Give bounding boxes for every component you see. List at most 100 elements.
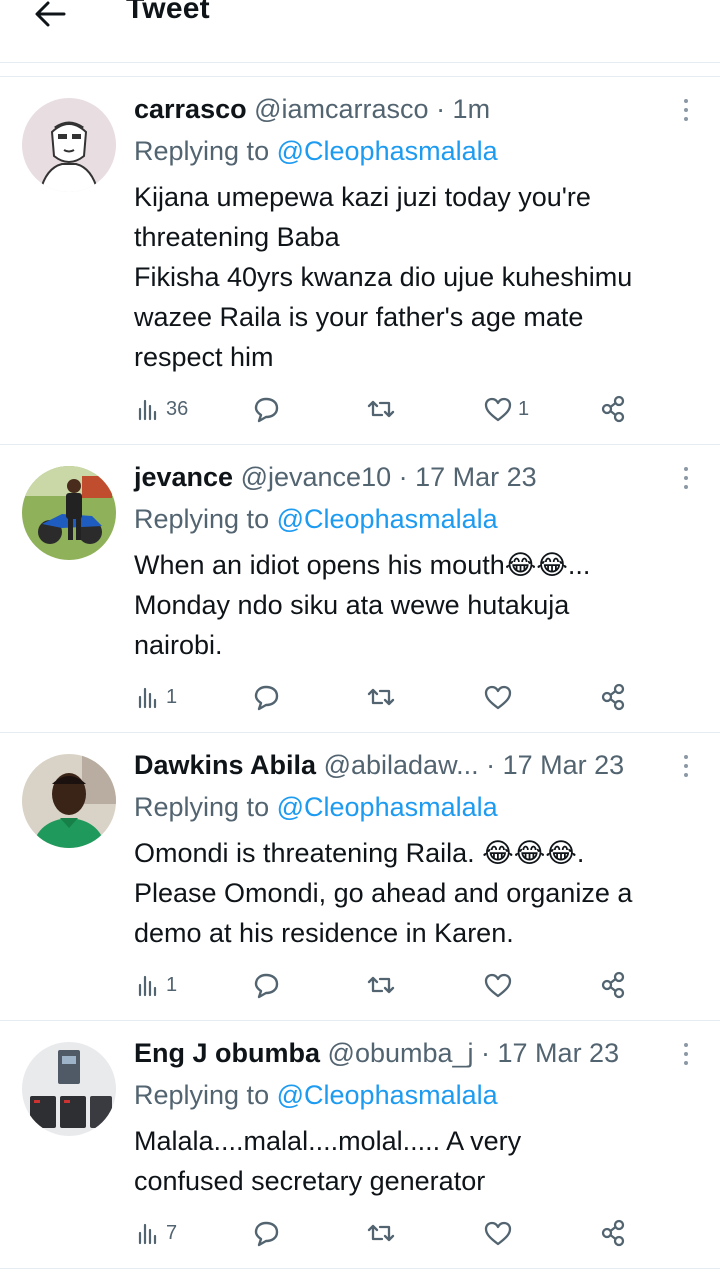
speech-bubble-icon (254, 973, 279, 999)
share-button[interactable] (598, 677, 628, 717)
like-button[interactable]: 1 (482, 389, 529, 429)
timestamp: · 1m (428, 94, 491, 124)
bar-chart-icon (138, 399, 157, 421)
display-name[interactable]: Dawkins Abila (134, 750, 316, 780)
bar-chart-icon (138, 687, 157, 709)
heart-icon (484, 685, 512, 710)
heart-icon (484, 397, 512, 422)
reply-button[interactable] (250, 1213, 286, 1253)
views-button[interactable]: 1 (134, 677, 177, 717)
bar-chart-icon (138, 1223, 157, 1245)
like-button[interactable] (482, 677, 518, 717)
tweet-text: Omondi is threatening Raila. 😂😂😂. Please… (134, 838, 633, 948)
tweet-actions: 1 (134, 677, 694, 717)
replying-to: Replying to @Cleophasmalala (134, 136, 498, 166)
speech-bubble-icon (254, 685, 279, 711)
views-count: 1 (166, 973, 178, 996)
more-options-button[interactable] (676, 752, 696, 780)
arrow-left-icon (35, 1, 66, 27)
mention-link[interactable]: @Cleophasmalala (277, 1080, 498, 1110)
share-button[interactable] (598, 965, 628, 1005)
tweet-text: Malala....malal....molal..... A very con… (134, 1126, 522, 1196)
replying-to: Replying to @Cleophasmalala (134, 792, 498, 822)
reply-button[interactable] (250, 677, 286, 717)
more-options-button[interactable] (676, 464, 696, 492)
user-handle[interactable]: @jevance10 (241, 462, 392, 492)
reply-tweet[interactable]: Dawkins Abila @abiladaw... · 17 Mar 23 R… (0, 734, 720, 1021)
more-vertical-icon (684, 467, 688, 471)
top-app-bar: Tweet (0, 0, 720, 63)
more-options-button[interactable] (676, 96, 696, 124)
timestamp: · 17 Mar 23 (473, 1038, 620, 1068)
avatar[interactable] (22, 466, 116, 560)
avatar[interactable] (22, 754, 116, 848)
more-vertical-icon (684, 755, 688, 759)
views-count: 1 (166, 685, 178, 708)
tweet-header: carrasco @iamcarrasco · 1m (134, 94, 490, 125)
tweet-actions: 36 1 (134, 389, 694, 429)
tweet-text: Kijana umepewa kazi juzi today you're th… (134, 182, 633, 372)
timestamp: · 17 Mar 23 (391, 462, 537, 492)
tweet-actions: 7 (134, 1213, 694, 1253)
mention-link[interactable]: @Cleophasmalala (277, 792, 498, 822)
avatar[interactable] (22, 98, 116, 192)
mention-link[interactable]: @Cleophasmalala (277, 504, 498, 534)
views-count: 36 (166, 397, 189, 420)
replying-to: Replying to @Cleophasmalala (134, 1080, 498, 1110)
divider (0, 1268, 720, 1269)
user-handle[interactable]: @abiladaw... (324, 750, 479, 780)
display-name[interactable]: carrasco (134, 94, 247, 124)
more-options-button[interactable] (676, 1040, 696, 1068)
retweet-icon (367, 400, 395, 418)
likes-count: 1 (518, 397, 530, 420)
views-button[interactable]: 1 (134, 965, 177, 1005)
like-button[interactable] (482, 1213, 518, 1253)
like-button[interactable] (482, 965, 518, 1005)
retweet-button[interactable] (364, 965, 402, 1005)
mention-link[interactable]: @Cleophasmalala (277, 136, 498, 166)
views-button[interactable]: 7 (134, 1213, 177, 1253)
tweet-header: jevance @jevance10 · 17 Mar 23 (134, 462, 537, 493)
more-vertical-icon (684, 99, 688, 103)
views-count: 7 (166, 1221, 178, 1244)
retweet-icon (367, 688, 395, 706)
views-button[interactable]: 36 (134, 389, 188, 429)
more-vertical-icon (684, 1043, 688, 1047)
tweet-header: Eng J obumba @obumba_j · 17 Mar 23 (134, 1038, 619, 1069)
display-name[interactable]: Eng J obumba (134, 1038, 320, 1068)
timestamp: · 17 Mar 23 (478, 750, 625, 780)
back-button[interactable] (30, 0, 70, 34)
share-icon (601, 971, 625, 999)
user-handle[interactable]: @iamcarrasco (254, 94, 428, 124)
speech-bubble-icon (254, 1221, 279, 1247)
reply-button[interactable] (250, 965, 286, 1005)
reply-tweet[interactable]: carrasco @iamcarrasco · 1m Replying to @… (0, 78, 720, 445)
tweet-actions: 1 (134, 965, 694, 1005)
heart-icon (484, 1221, 512, 1246)
reply-tweet[interactable]: Eng J obumba @obumba_j · 17 Mar 23 Reply… (0, 1022, 720, 1269)
share-button[interactable] (598, 389, 628, 429)
heart-icon (484, 973, 512, 998)
reply-button[interactable] (250, 389, 286, 429)
divider (0, 444, 720, 445)
divider (0, 732, 720, 733)
retweet-icon (367, 1224, 395, 1242)
retweet-button[interactable] (364, 1213, 402, 1253)
retweet-button[interactable] (364, 389, 402, 429)
replying-to: Replying to @Cleophasmalala (134, 504, 498, 534)
reply-tweet[interactable]: jevance @jevance10 · 17 Mar 23 Replying … (0, 446, 720, 733)
user-handle[interactable]: @obumba_j (328, 1038, 474, 1068)
divider (0, 76, 720, 77)
speech-bubble-icon (254, 397, 279, 423)
avatar[interactable] (22, 1042, 116, 1136)
retweet-icon (367, 976, 395, 994)
page-title: Tweet (126, 0, 210, 25)
divider (0, 1020, 720, 1021)
tweet-header: Dawkins Abila @abiladaw... · 17 Mar 23 (134, 750, 624, 781)
bar-chart-icon (138, 975, 157, 997)
share-icon (601, 1219, 625, 1247)
share-icon (601, 395, 625, 423)
retweet-button[interactable] (364, 677, 402, 717)
share-button[interactable] (598, 1213, 628, 1253)
display-name[interactable]: jevance (134, 462, 233, 492)
